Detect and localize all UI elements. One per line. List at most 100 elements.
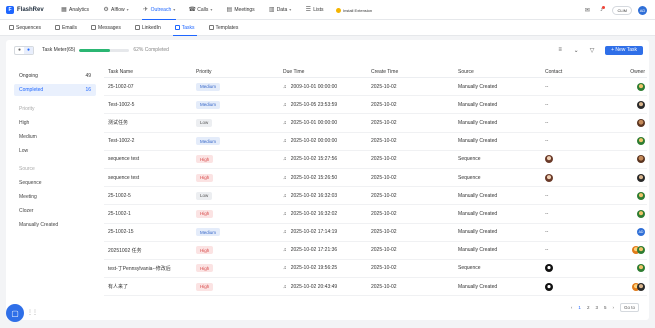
tab-label: Emails (62, 24, 78, 31)
table-row[interactable]: 测试任务 Low ♫ 2025-10-01 00:00:00 2025-10-02 Man… (104, 114, 647, 133)
page-1[interactable]: 1 (578, 305, 581, 310)
due-time: 2025-10-02 15:26:50 (290, 174, 338, 181)
status-filter-completed[interactable]: Completed 16 (14, 84, 96, 96)
message-icon[interactable]: ✉ (584, 7, 590, 14)
team-tasks-icon[interactable]: ● (24, 46, 33, 54)
source-filter-manually-created[interactable]: Manually Created (14, 218, 96, 232)
filter-icon[interactable]: ▽ (587, 45, 597, 55)
contact-avatar[interactable] (545, 155, 553, 164)
contact-empty: -- (545, 210, 549, 217)
column-header-task-name[interactable]: Task Name (104, 69, 192, 75)
pager-prev-icon[interactable]: ‹ (571, 305, 573, 310)
nav-item-analytics[interactable]: ▦ Analytics (56, 0, 94, 20)
user-avatar[interactable]: AD (638, 5, 647, 15)
task-name[interactable]: sequence test (104, 156, 192, 162)
contact-avatar[interactable] (545, 282, 553, 291)
task-name[interactable]: 25-1002-5 (104, 193, 192, 199)
task-name[interactable]: 20251002 任务 (104, 247, 192, 254)
templates-icon (208, 25, 214, 30)
tab-messages[interactable]: Messages (88, 20, 124, 36)
tab-tasks[interactable]: Tasks (172, 20, 198, 36)
table-row[interactable]: 25-1002-1 High ♫ 2025-10-02 16:32:02 2025-10… (104, 205, 647, 224)
priority-filter-low[interactable]: Low (14, 144, 96, 158)
task-name[interactable]: 25-1002-07 (104, 84, 192, 90)
contact-avatar[interactable] (545, 173, 553, 182)
bell-icon[interactable]: ♪ (598, 6, 606, 13)
priority-filter-high[interactable]: High (14, 116, 96, 130)
bell-icon: ♫ (283, 247, 287, 254)
nav-item-outreach[interactable]: ✈ Outreach ▾ (138, 0, 181, 20)
column-header-owner[interactable]: Owner (622, 69, 647, 75)
task-name[interactable]: Test-1002-5 (104, 102, 192, 108)
task-name[interactable]: 25-1002-1 (104, 211, 192, 217)
new-task-button[interactable]: + New Task (605, 45, 643, 55)
table-row[interactable]: 20251002 任务 High ♫ 2025-10-02 17:21:36 2025-… (104, 242, 647, 260)
nav-item-meetings[interactable]: ▤ Meetings (221, 0, 259, 20)
nav-item-label: Outreach (150, 6, 172, 13)
plan-badge[interactable]: CLIM (612, 5, 632, 15)
status-filter-ongoing[interactable]: Ongoing 49 (14, 70, 96, 82)
columns-icon[interactable]: ≡ (555, 45, 565, 55)
task-name[interactable]: test-丁Pennsylvania--修改后 (104, 265, 192, 272)
tab-emails[interactable]: Emails (52, 20, 80, 36)
source: Sequence (458, 265, 481, 272)
page-3[interactable]: 3 (595, 305, 598, 310)
chevron-down-icon[interactable]: ⌄ (571, 45, 581, 55)
task-name[interactable]: 有人来了 (104, 283, 192, 290)
task-meter-fill (79, 48, 111, 52)
task-name[interactable]: Test-1002-2 (104, 138, 192, 144)
go-to-page-input[interactable]: Go to (619, 303, 639, 312)
table-row[interactable]: sequence test High ♫ 2025-10-02 15:27:56 202… (104, 151, 647, 169)
table-row[interactable]: 25-1002-07 Medium ♫ 2009-10-01 00:00:00 2025… (104, 78, 647, 97)
pager-next-icon[interactable]: › (612, 305, 614, 310)
column-header-source[interactable]: Source (454, 69, 541, 75)
tab-linkedin[interactable]: LinkedIn (132, 20, 164, 36)
chat-fab-button[interactable]: ▢ (6, 304, 24, 322)
contact-cell: -- (541, 120, 622, 126)
contact-empty: -- (545, 192, 549, 199)
table-row[interactable]: Test-1002-2 Medium ♫ 2025-10-02 00:00:00 202… (104, 133, 647, 151)
nav-item-lists[interactable]: ☰ Lists (300, 0, 328, 20)
priority-filter-medium[interactable]: Medium (14, 130, 96, 144)
app-logo[interactable]: F FlashRev (6, 5, 56, 14)
tab-label: LinkedIn (141, 24, 161, 31)
source-filter-clozer[interactable]: Clozer (14, 204, 96, 218)
drag-handle-icon[interactable]: ⋮⋮ (27, 309, 38, 316)
table-row[interactable]: test-丁Pennsylvania--修改后 High ♫ 2025-10-02 1… (104, 260, 647, 279)
task-filter-sidebar: Ongoing 49 Completed 16 Priority High Medium Lo… (14, 70, 96, 232)
top-right-actions: ✉ ♪ CLIM AD (576, 0, 647, 20)
view-toggle: ● ● (14, 45, 34, 55)
my-tasks-icon[interactable]: ● (15, 47, 24, 54)
task-name[interactable]: sequence test (104, 175, 192, 181)
owner-cell (622, 173, 647, 182)
nav-item-calls[interactable]: ☎ Calls ▾ (184, 0, 217, 20)
install-extension-link[interactable]: Install Extension (336, 0, 372, 20)
tasks-icon (174, 25, 180, 30)
contact-avatar[interactable] (545, 264, 553, 273)
page-5[interactable]: 5 (604, 305, 607, 310)
table-row[interactable]: sequence test High ♫ 2025-10-02 15:26:50 202… (104, 169, 647, 188)
tab-templates[interactable]: Templates (206, 20, 242, 36)
tab-sequences[interactable]: Sequences (6, 20, 44, 36)
source-filter-meeting[interactable]: Meeting (14, 190, 96, 204)
table-row[interactable]: Test-1002-5 Medium ♫ 2025-10-05 23:53:59 202… (104, 96, 647, 115)
column-header-contact[interactable]: Contact (541, 69, 622, 75)
table-row[interactable]: 有人来了 High ♫ 2025-10-02 20:43:49 2025-10-02 Ma… (104, 278, 647, 297)
column-header-due-time[interactable]: Due Time (279, 69, 367, 75)
column-header-create-time[interactable]: Create Time (367, 69, 454, 75)
task-name[interactable]: 25-1002-15 (104, 229, 192, 235)
task-meter-bar (79, 48, 130, 52)
page-2[interactable]: 2 (587, 305, 590, 310)
nav-item-aiflow[interactable]: ⚙ AIflow ▾ (98, 0, 134, 20)
column-header-priority[interactable]: Priority (192, 69, 279, 75)
nav-item-data[interactable]: ▥ Data ▾ (264, 0, 297, 20)
source-filter-sequence[interactable]: Sequence (14, 176, 96, 190)
table-row[interactable]: 25-1002-15 Medium ♫ 2025-10-02 17:14:19 2025… (104, 224, 647, 242)
create-time: 2025-10-02 (371, 101, 397, 108)
owner-cell (622, 191, 647, 200)
table-row[interactable]: 25-1002-5 Low ♫ 2025-10-02 16:32:03 2025-10-… (104, 187, 647, 206)
due-time: 2009-10-01 00:00:00 (290, 83, 338, 90)
emails-icon (55, 25, 61, 30)
due-time-cell: ♫ 2009-10-01 00:00:00 (279, 84, 367, 90)
task-name[interactable]: 测试任务 (104, 119, 192, 126)
